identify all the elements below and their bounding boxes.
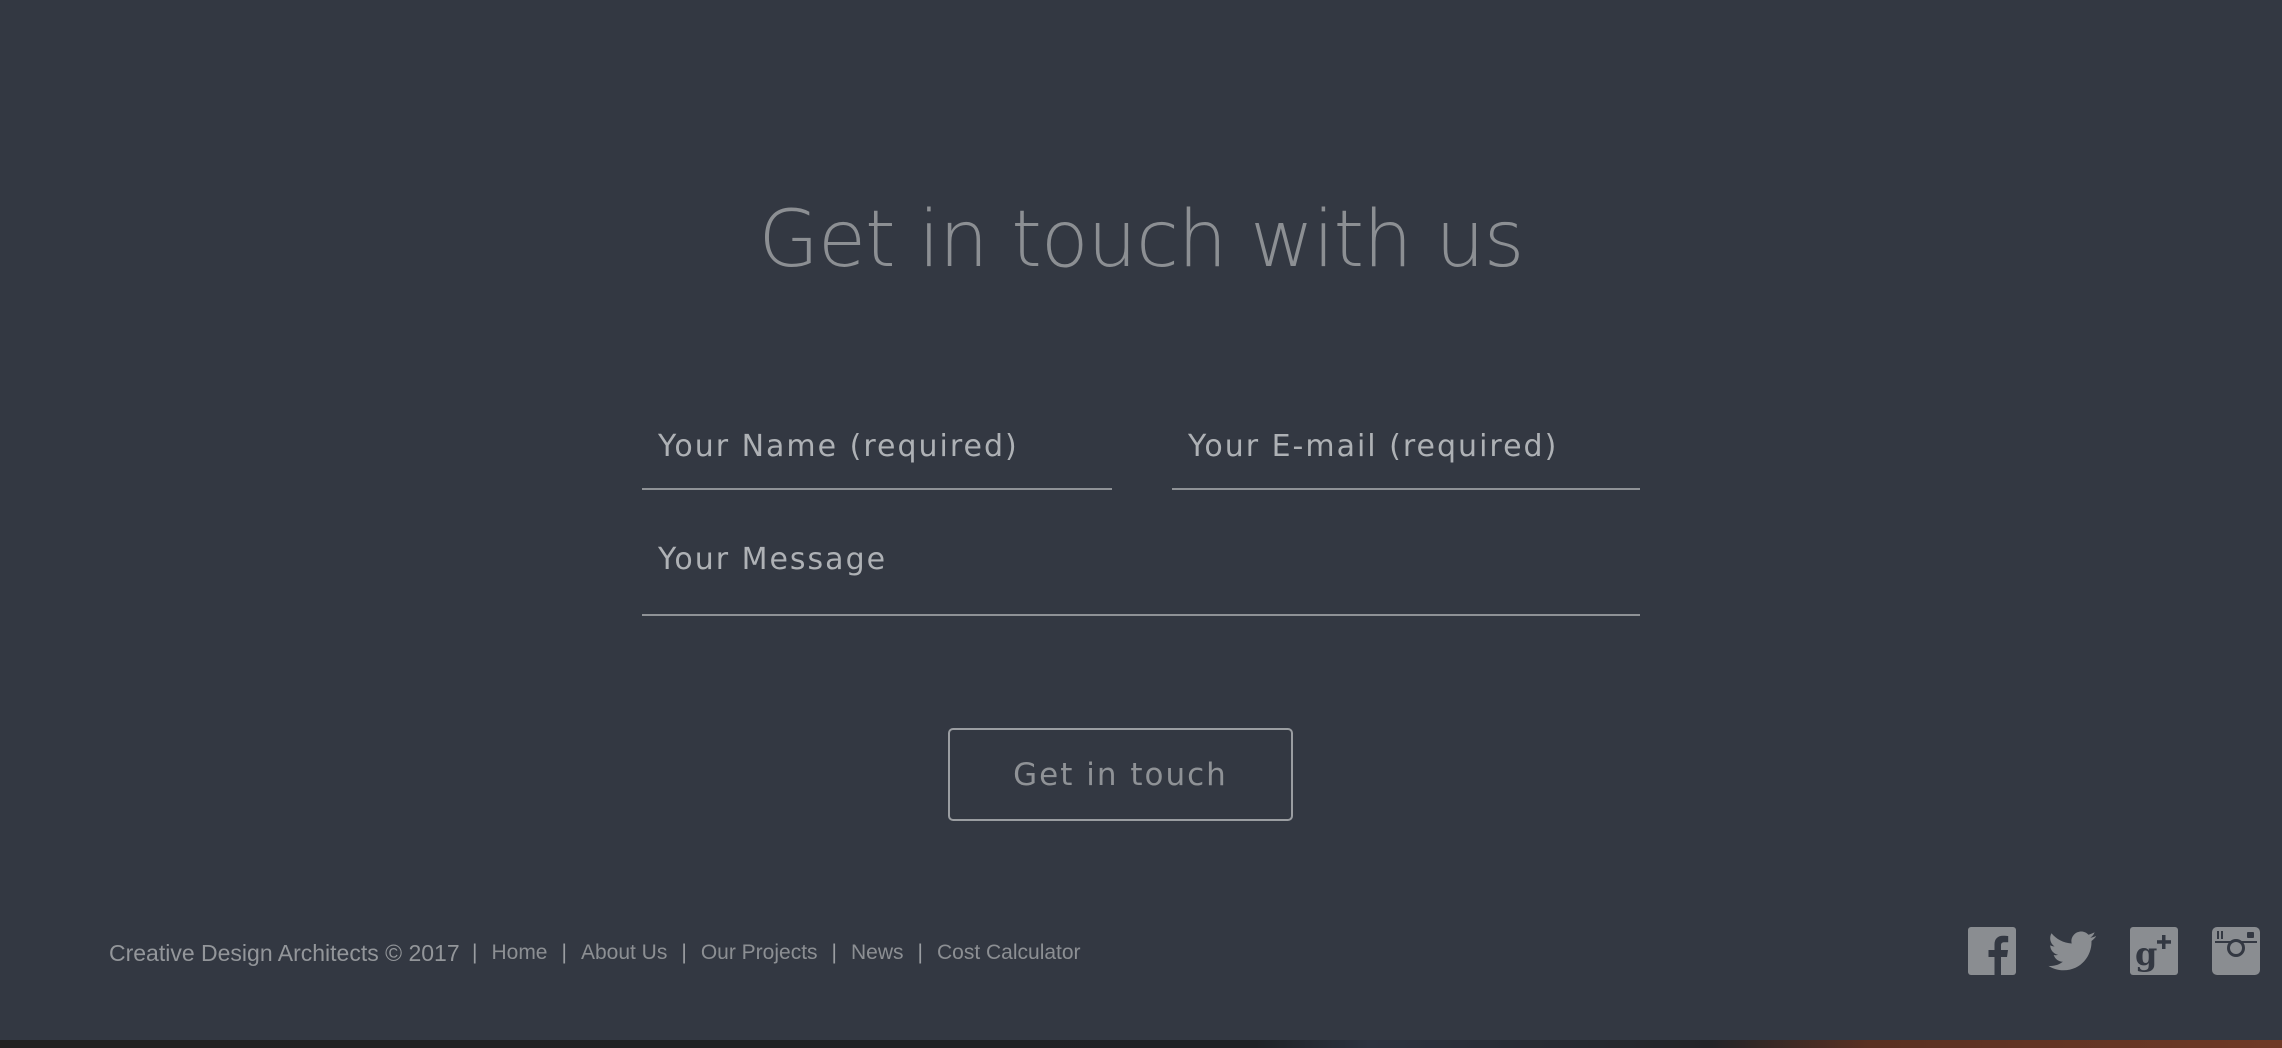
google-plus-icon-graphic: g bbox=[2130, 927, 2178, 975]
nav-separator: | bbox=[681, 941, 687, 964]
footer-link-about-us[interactable]: About Us bbox=[581, 941, 667, 965]
nav-separator: | bbox=[831, 941, 837, 964]
email-field-wrapper bbox=[1172, 405, 1640, 490]
facebook-icon[interactable] bbox=[1968, 927, 2016, 975]
contact-section: Get in touch with us Get in touch bbox=[0, 0, 2282, 1040]
background-image-strip bbox=[0, 1040, 2282, 1048]
twitter-icon[interactable] bbox=[2048, 927, 2096, 975]
svg-text:g: g bbox=[2135, 935, 2157, 973]
twitter-icon-graphic bbox=[2048, 931, 2096, 971]
footer-nav: | Home | About Us | Our Projects | News … bbox=[472, 941, 1081, 965]
email-input[interactable] bbox=[1172, 405, 1640, 488]
footer-link-home[interactable]: Home bbox=[491, 941, 547, 965]
message-field-wrapper bbox=[642, 532, 1640, 616]
page-title: Get in touch with us bbox=[758, 195, 1525, 285]
footer: Creative Design Architects © 2017 | Home… bbox=[0, 920, 2282, 990]
copyright-text: Creative Design Architects © 2017 bbox=[109, 940, 460, 966]
instagram-icon[interactable] bbox=[2212, 927, 2260, 975]
instagram-icon-graphic bbox=[2212, 927, 2260, 975]
google-plus-icon[interactable]: g bbox=[2130, 927, 2178, 975]
nav-separator: | bbox=[561, 941, 567, 964]
message-textarea[interactable] bbox=[642, 532, 1640, 614]
footer-link-news[interactable]: News bbox=[851, 941, 904, 965]
footer-link-cost-calculator[interactable]: Cost Calculator bbox=[937, 941, 1081, 965]
nav-separator: | bbox=[917, 941, 923, 964]
get-in-touch-button[interactable]: Get in touch bbox=[948, 728, 1293, 821]
name-field-wrapper bbox=[642, 405, 1112, 490]
facebook-icon-graphic bbox=[1968, 927, 2016, 975]
nav-separator: | bbox=[472, 941, 478, 964]
name-input[interactable] bbox=[642, 405, 1112, 488]
footer-link-our-projects[interactable]: Our Projects bbox=[701, 941, 818, 965]
